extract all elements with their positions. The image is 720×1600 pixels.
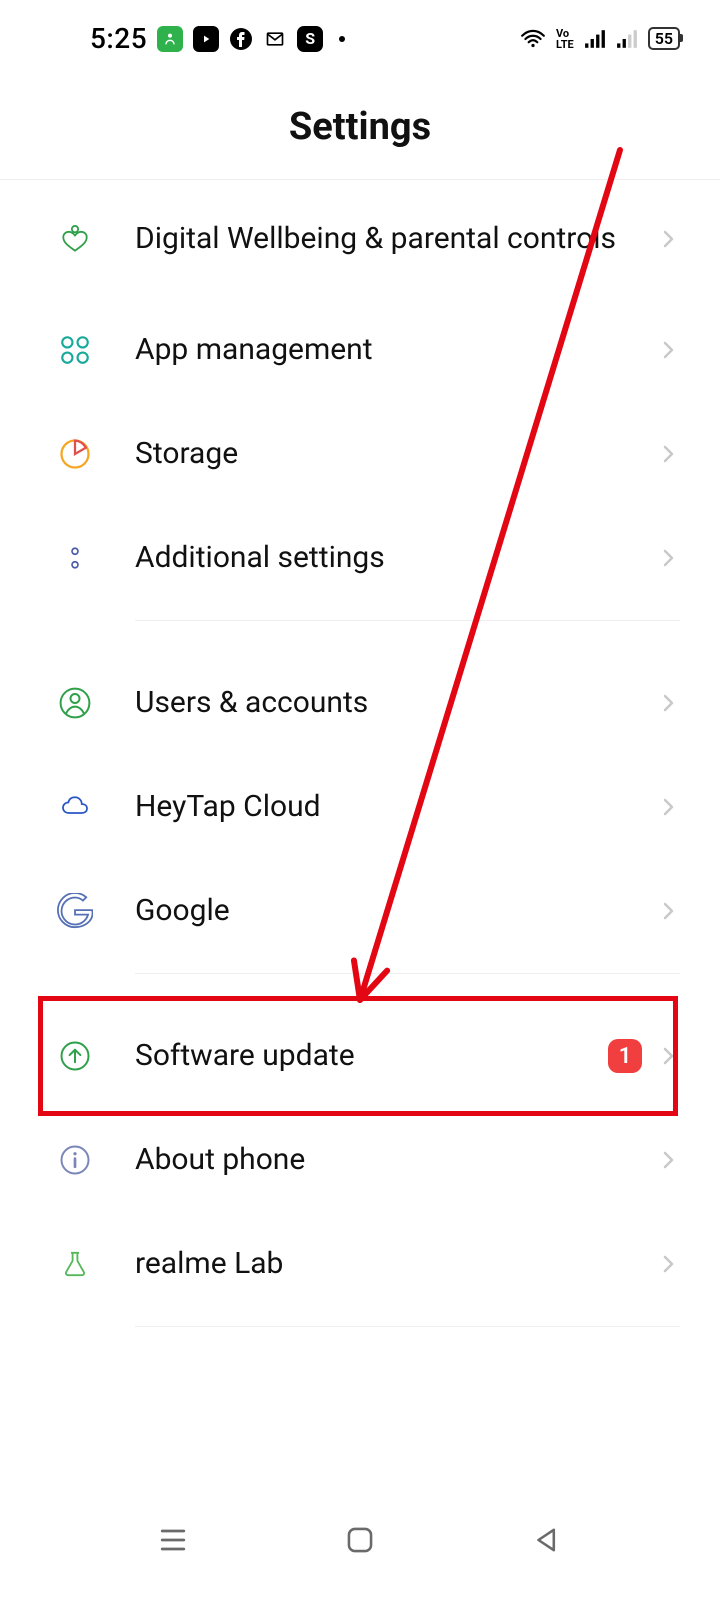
settings-item-label: Digital Wellbeing & parental controls: [95, 219, 656, 260]
page-title: Settings: [0, 105, 720, 149]
nav-back-button[interactable]: [522, 1520, 572, 1560]
more-notifications-dot: [339, 36, 345, 42]
storage-icon: [55, 434, 95, 474]
status-bar: 5:25 S VoLTE 55: [0, 0, 720, 65]
info-icon: [55, 1140, 95, 1180]
status-bar-right: VoLTE 55: [520, 26, 680, 52]
status-bar-left: 5:25 S: [90, 22, 345, 55]
users-icon: [55, 683, 95, 723]
nav-home-button[interactable]: [335, 1520, 385, 1560]
settings-item-label: HeyTap Cloud: [95, 787, 656, 828]
settings-item-users-accounts[interactable]: Users & accounts: [0, 651, 720, 755]
apps-icon: [55, 330, 95, 370]
signal-icon-1: [584, 28, 606, 50]
settings-item-about-phone[interactable]: About phone: [0, 1108, 720, 1212]
skype-icon: S: [297, 26, 323, 52]
settings-item-storage[interactable]: Storage: [0, 402, 720, 506]
settings-item-label: Storage: [95, 434, 656, 475]
section-divider: [135, 620, 680, 621]
additional-settings-icon: [55, 538, 95, 578]
update-icon: [55, 1036, 95, 1076]
settings-item-label: Users & accounts: [95, 683, 656, 724]
settings-item-app-management[interactable]: App management: [0, 298, 720, 402]
settings-item-google[interactable]: Google: [0, 859, 720, 963]
wifi-icon: [520, 26, 546, 52]
settings-item-label: Additional settings: [95, 538, 656, 579]
chevron-right-icon: [656, 899, 680, 923]
settings-item-label: realme Lab: [95, 1244, 656, 1285]
volte-indicator: VoLTE: [556, 28, 574, 50]
chevron-right-icon: [656, 227, 680, 251]
youtube-icon: [193, 26, 219, 52]
chevron-right-icon: [656, 1044, 680, 1068]
chevron-right-icon: [656, 1148, 680, 1172]
page-header: Settings: [0, 65, 720, 179]
battery-indicator: 55: [648, 27, 680, 50]
chevron-right-icon: [656, 338, 680, 362]
gmail-icon: [263, 29, 287, 49]
google-icon: [55, 891, 95, 931]
chevron-right-icon: [656, 442, 680, 466]
settings-item-digital-wellbeing[interactable]: Digital Wellbeing & parental controls: [0, 180, 720, 298]
settings-item-label: App management: [95, 330, 656, 371]
settings-item-additional[interactable]: Additional settings: [0, 506, 720, 610]
status-time: 5:25: [90, 22, 147, 55]
cloud-icon: [55, 787, 95, 827]
chevron-right-icon: [656, 1252, 680, 1276]
settings-item-label: About phone: [95, 1140, 656, 1181]
settings-item-heytap-cloud[interactable]: HeyTap Cloud: [0, 755, 720, 859]
settings-item-label: Google: [95, 891, 656, 932]
notification-badge: 1: [608, 1039, 642, 1073]
settings-item-label: Software update: [95, 1036, 608, 1077]
lab-flask-icon: [55, 1244, 95, 1284]
facebook-icon: [229, 27, 253, 51]
wellbeing-icon: [55, 219, 95, 259]
nav-recent-button[interactable]: [148, 1520, 198, 1560]
settings-list: Digital Wellbeing & parental controls Ap…: [0, 180, 720, 1327]
chevron-right-icon: [656, 546, 680, 570]
section-divider: [135, 1326, 680, 1327]
chevron-right-icon: [656, 795, 680, 819]
navigation-bar: [0, 1500, 720, 1580]
settings-item-realme-lab[interactable]: realme Lab: [0, 1212, 720, 1316]
chevron-right-icon: [656, 691, 680, 715]
signal-icon-2: [616, 28, 638, 50]
notification-app-icon-1: [157, 26, 183, 52]
settings-item-software-update[interactable]: Software update 1: [0, 1004, 720, 1108]
section-divider: [135, 973, 680, 974]
